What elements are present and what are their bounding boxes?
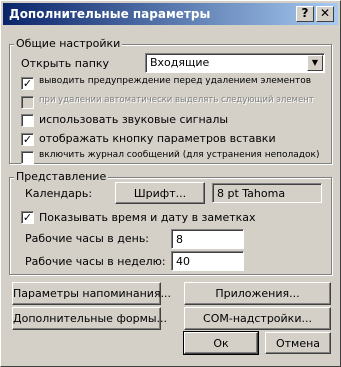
- help-button[interactable]: ?: [296, 6, 314, 22]
- addins-button[interactable]: Приложения...: [184, 282, 331, 305]
- general-option-label: включить журнал сообщений (для устранени…: [39, 150, 320, 160]
- show-time-label: Показывать время и дату в заметках: [39, 211, 256, 224]
- advanced-options-dialog: Дополнительные параметры ? ✕ Общие настр…: [0, 0, 341, 367]
- general-settings-legend: Общие настройки: [14, 37, 123, 50]
- open-folder-select[interactable]: Входящие ▼: [145, 53, 325, 73]
- font-value-field: 8 pt Tahoma: [212, 183, 322, 203]
- title-bar: Дополнительные параметры ? ✕: [3, 3, 338, 25]
- cancel-button[interactable]: Отмена: [265, 332, 331, 354]
- hours-day-label: Рабочие часы в день:: [25, 232, 150, 245]
- hours-week-input[interactable]: 40: [171, 251, 244, 271]
- hours-day-input[interactable]: 8: [171, 229, 244, 249]
- show-time-checkbox[interactable]: ✓: [21, 211, 34, 224]
- calendar-label: Календарь:: [25, 187, 93, 200]
- com-addins-button[interactable]: COM-надстройки...: [184, 307, 331, 330]
- open-folder-label: Открыть папку: [21, 57, 110, 70]
- view-legend: Представление: [14, 170, 109, 183]
- general-option-label: выводить предупреждение перед удалением …: [39, 76, 312, 86]
- general-option-checkbox[interactable]: ✓: [21, 133, 34, 146]
- general-option-checkbox[interactable]: ✓: [21, 77, 34, 90]
- open-folder-value: Входящие: [150, 56, 210, 69]
- check-icon: ✓: [22, 133, 33, 146]
- general-option-label: при удалении автоматически выделять след…: [39, 95, 314, 105]
- ok-button[interactable]: Ок: [183, 331, 259, 355]
- hours-week-label: Рабочие часы в неделю:: [25, 255, 166, 268]
- font-button[interactable]: Шрифт...: [115, 182, 205, 204]
- general-option-checkbox[interactable]: [21, 114, 34, 127]
- custom-forms-button[interactable]: Дополнительные формы...: [12, 307, 167, 330]
- chevron-down-icon[interactable]: ▼: [307, 55, 323, 71]
- general-option-label: отображать кнопку параметров вставки: [39, 132, 276, 145]
- check-icon: ✓: [22, 77, 33, 90]
- reminder-options-button[interactable]: Параметры напоминания...: [12, 282, 171, 305]
- dialog-title: Дополнительные параметры: [9, 7, 211, 21]
- close-button[interactable]: ✕: [316, 6, 334, 22]
- check-icon: ✓: [22, 211, 33, 224]
- general-option-checkbox[interactable]: [21, 151, 34, 164]
- general-option-checkbox: [21, 96, 34, 109]
- general-option-label: использовать звуковые сигналы: [39, 113, 229, 126]
